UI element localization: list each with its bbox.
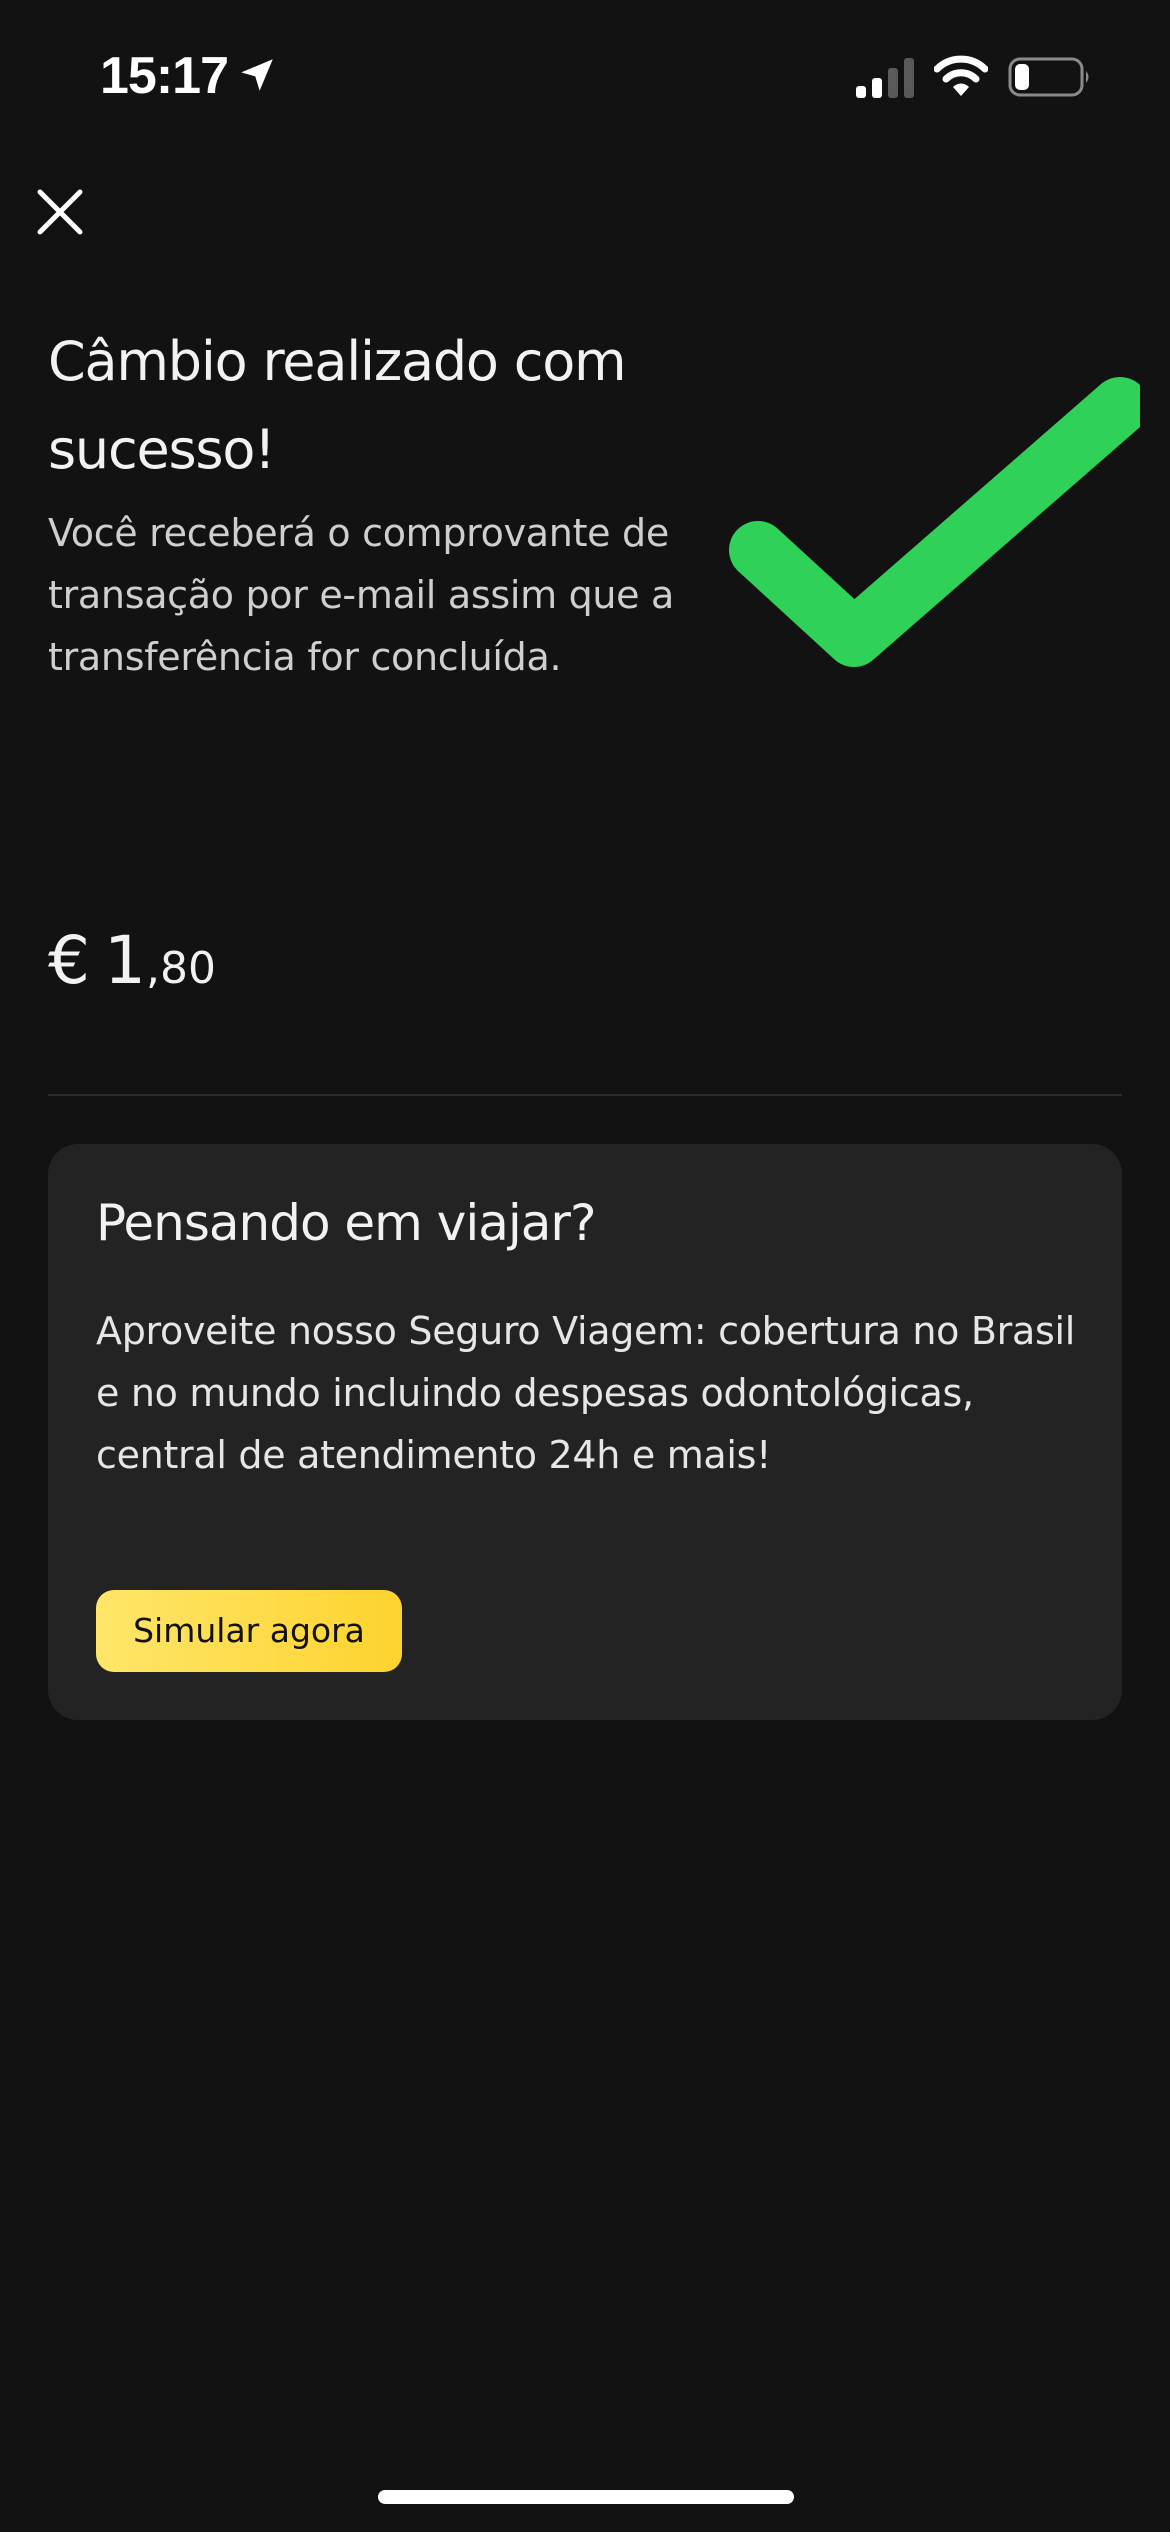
location-arrow-icon xyxy=(241,59,273,91)
home-indicator[interactable] xyxy=(378,2490,794,2504)
wifi-icon xyxy=(934,55,988,96)
checkmark-icon xyxy=(729,377,1140,667)
amount-integer: 1 xyxy=(104,922,146,999)
simulate-now-button[interactable]: Simular agora xyxy=(96,1590,402,1672)
status-bar: 15:17 xyxy=(0,0,1170,150)
cellular-signal-icon xyxy=(856,58,914,98)
close-icon[interactable] xyxy=(30,182,90,242)
exchange-amount: €1,80 xyxy=(48,922,216,999)
battery-icon xyxy=(1008,57,1089,97)
divider xyxy=(48,1094,1122,1096)
amount-decimal: ,80 xyxy=(146,943,216,994)
travel-insurance-card: Pensando em viajar? Aproveite nosso Segu… xyxy=(48,1144,1122,1720)
success-title: Câmbio realizado com sucesso! xyxy=(48,330,627,481)
promo-text: Aproveite nosso Seguro Viagem: cobertura… xyxy=(96,1309,1075,1477)
amount-currency: € xyxy=(48,922,90,999)
success-subtitle: Você receberá o comprovante de transação… xyxy=(48,511,675,679)
status-time: 15:17 xyxy=(100,47,229,105)
promo-title: Pensando em viajar? xyxy=(96,1194,597,1252)
